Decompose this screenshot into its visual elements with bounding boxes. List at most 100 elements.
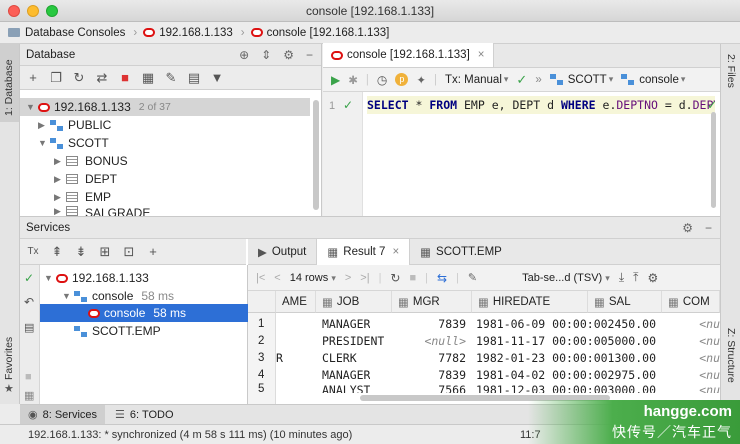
gear-icon[interactable]: ⚙ xyxy=(283,48,294,62)
cell-ename[interactable] xyxy=(276,315,316,332)
cell-job[interactable]: MANAGER xyxy=(322,315,370,332)
last-page-icon[interactable]: >| xyxy=(360,272,369,284)
row-count-select[interactable]: 14 rows ▾ xyxy=(290,272,336,284)
add-icon[interactable]: + xyxy=(146,244,160,259)
gear-icon[interactable]: ⚙ xyxy=(682,221,693,235)
prev-page-icon[interactable]: < xyxy=(274,272,280,284)
tree-schema-scott[interactable]: ▼ SCOTT xyxy=(38,134,109,152)
export-format-select[interactable]: Tab-se...d (TSV) ▾ xyxy=(522,272,610,284)
column-header-ename[interactable]: AME xyxy=(276,291,316,313)
table-editor-icon[interactable]: ▦ xyxy=(141,70,155,86)
tab-services[interactable]: ◉ 8: Services xyxy=(20,405,106,424)
cell-sal[interactable]: 2450.00 xyxy=(588,315,662,332)
tree-table-emp[interactable]: ▶ EMP xyxy=(54,188,111,206)
duplicate-icon[interactable]: ❐ xyxy=(49,70,63,86)
database-tool-tab[interactable]: 1: Database xyxy=(0,44,19,122)
tree-table-dept[interactable]: ▶ DEPT xyxy=(54,170,117,188)
tab-output[interactable]: ▶ Output xyxy=(248,239,316,265)
tree-scrollbar[interactable] xyxy=(313,100,319,210)
rollback-icon[interactable]: ↶ xyxy=(24,295,34,309)
column-header-mgr[interactable]: ▦ MGR xyxy=(392,291,472,313)
cell-sal[interactable]: 5000.00 xyxy=(588,332,662,349)
cell-job[interactable]: PRESIDENT xyxy=(322,332,384,349)
cell-sal[interactable]: 3000.00 xyxy=(588,383,662,393)
tx-mode-select[interactable]: Tx: Manual xyxy=(445,74,502,86)
hide-icon[interactable]: − xyxy=(705,221,712,235)
close-tab-icon[interactable]: × xyxy=(392,246,399,258)
sql-statement[interactable]: SELECT * FROM EMP e, DEPT d WHERE e. DEPT… xyxy=(367,96,715,114)
cell-comm[interactable]: <nu xyxy=(662,366,720,383)
upload-icon[interactable]: ⤒ xyxy=(633,270,638,285)
stop-icon[interactable]: ■ xyxy=(25,371,32,383)
layout-icon[interactable]: ▦ xyxy=(24,389,34,402)
column-header-job[interactable]: ▦ JOB xyxy=(316,291,392,313)
commit-icon[interactable]: ✓ xyxy=(24,271,34,285)
editor-scrollbar[interactable] xyxy=(711,112,716,208)
tree-schema-public[interactable]: ▶ PUBLIC xyxy=(38,116,111,134)
services-console-group[interactable]: ▼ console 58 ms xyxy=(62,287,174,305)
services-console-leaf[interactable]: console 58 ms xyxy=(88,304,186,322)
schema-select[interactable]: SCOTT ▾ xyxy=(549,74,613,86)
explain-plan-icon[interactable]: p xyxy=(395,73,409,86)
console-icon[interactable]: ▤ xyxy=(187,70,201,86)
next-page-icon[interactable]: > xyxy=(345,272,351,284)
cell-ename[interactable]: R xyxy=(276,349,316,366)
compare-icon[interactable]: ⇆ xyxy=(437,271,447,285)
download-icon[interactable]: ⤓ xyxy=(619,270,624,285)
cell-mgr[interactable]: 7782 xyxy=(392,349,472,366)
first-page-icon[interactable]: |< xyxy=(256,272,265,284)
cell-job[interactable]: ANALYST xyxy=(322,383,370,393)
cell-comm[interactable]: <nu xyxy=(662,332,720,349)
services-root[interactable]: ▼ 192.168.1.133 xyxy=(44,269,149,287)
reload-icon[interactable]: ↻ xyxy=(390,271,400,285)
filter-icon[interactable]: ▼ xyxy=(210,70,224,85)
stop-icon[interactable]: ■ xyxy=(118,70,132,85)
cell-mgr[interactable]: 7839 xyxy=(392,315,472,332)
debug-icon[interactable]: ✱ xyxy=(348,73,358,87)
tree-table-bonus[interactable]: ▶ BONUS xyxy=(54,152,128,170)
cell-ename[interactable] xyxy=(276,366,316,383)
services-scott-emp[interactable]: SCOTT.EMP xyxy=(74,322,161,340)
edit-icon[interactable]: ✎ xyxy=(164,70,178,86)
wrench-icon[interactable]: ✦ xyxy=(416,73,426,87)
cell-ename[interactable] xyxy=(276,332,316,349)
files-tool-tab[interactable]: 2: Files xyxy=(725,54,737,88)
more-icon[interactable]: » xyxy=(535,74,541,86)
breadcrumb-database-consoles[interactable]: Database Consoles xyxy=(8,27,125,39)
cell-ename[interactable] xyxy=(276,383,316,393)
add-icon[interactable]: + xyxy=(26,70,40,85)
commit-icon[interactable]: ✓ xyxy=(516,72,527,88)
cell-comm[interactable]: <nu xyxy=(662,315,720,332)
cell-mgr[interactable]: 7839 xyxy=(392,366,472,383)
group-icon[interactable]: ⊞ xyxy=(98,244,112,260)
tx-icon[interactable]: Tx xyxy=(26,246,40,257)
history-icon[interactable]: ◷ xyxy=(377,73,387,87)
refresh-icon[interactable]: ↻ xyxy=(72,70,86,86)
structure-tool-tab[interactable]: Z: Structure xyxy=(725,328,737,383)
expand-all-icon[interactable]: ⇞ xyxy=(50,244,64,260)
tree-root-datasource[interactable]: ▼ 192.168.1.133 2 of 37 xyxy=(26,98,171,116)
new-tab-icon[interactable]: ⊡ xyxy=(122,244,136,260)
tree-table-salgrade[interactable]: ▶ SALGRADE xyxy=(54,206,150,216)
tab-result-7[interactable]: ▦ Result 7 × xyxy=(316,238,411,265)
favorites-tool-tab[interactable]: Favorites xyxy=(3,337,15,380)
cell-comm[interactable]: <nu xyxy=(662,383,720,393)
schema-sync-icon[interactable]: ⇄ xyxy=(95,70,109,86)
close-tab-icon[interactable]: × xyxy=(478,49,485,61)
collapse-all-icon[interactable]: ⇟ xyxy=(74,244,88,260)
console-output-icon[interactable]: ▤ xyxy=(24,321,34,334)
tab-console[interactable]: console [192.168.1.133] × xyxy=(323,43,494,67)
tab-todo[interactable]: ☰ 6: TODO xyxy=(105,405,183,424)
target-icon[interactable]: ⊕ xyxy=(239,48,249,62)
breadcrumb-host[interactable]: 192.168.1.133 xyxy=(143,27,233,39)
tab-scott-emp[interactable]: ▦ SCOTT.EMP xyxy=(410,239,512,265)
column-header-comm[interactable]: ▦ COM xyxy=(662,291,720,313)
run-icon[interactable]: ▶ xyxy=(331,73,340,87)
session-select[interactable]: console ▾ xyxy=(621,74,685,86)
breadcrumb-console[interactable]: console [192.168.1.133] xyxy=(250,27,389,39)
pin-icon[interactable]: ✎ xyxy=(468,271,477,284)
cell-sal[interactable]: 2975.00 xyxy=(588,366,662,383)
cell-mgr[interactable]: <null> xyxy=(392,332,472,349)
stop-icon[interactable]: ■ xyxy=(409,272,416,284)
gear-icon[interactable]: ⚙ xyxy=(647,271,658,285)
